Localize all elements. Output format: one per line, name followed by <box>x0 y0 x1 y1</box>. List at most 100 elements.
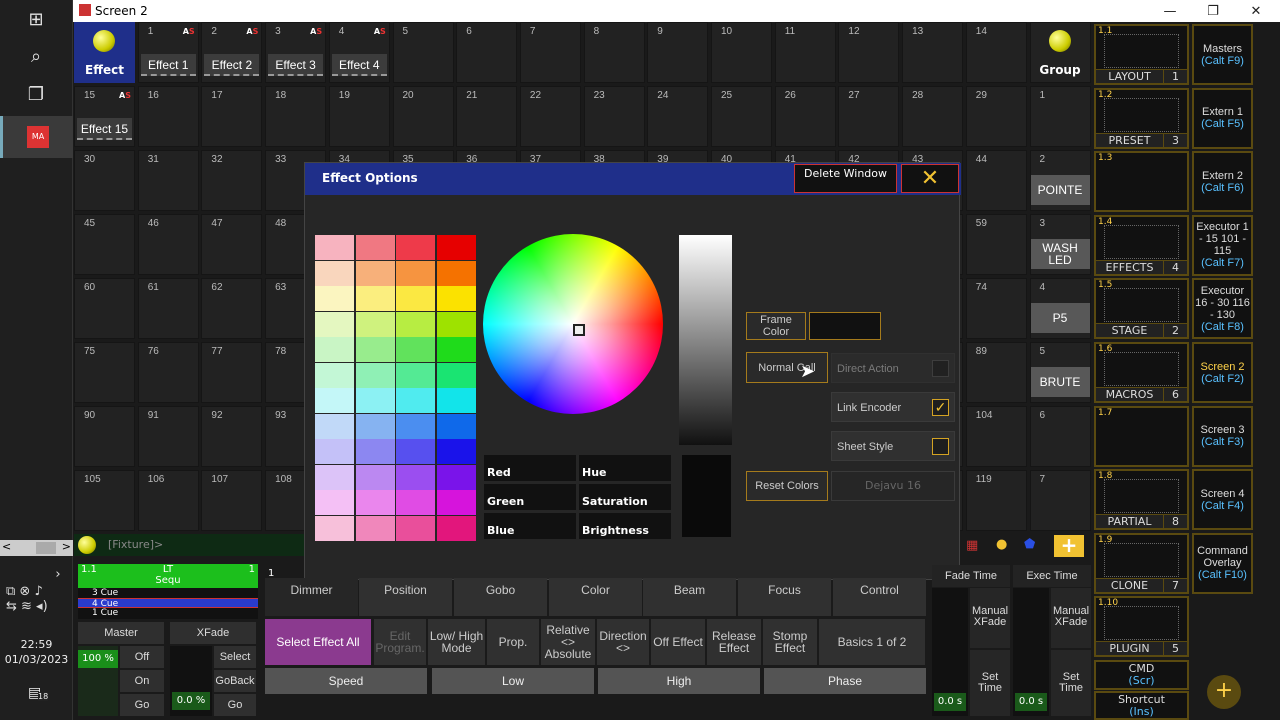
chevron-right-icon[interactable]: › <box>44 560 72 588</box>
color-swatch[interactable] <box>396 311 435 337</box>
color-swatch[interactable] <box>315 311 354 337</box>
color-swatch[interactable] <box>355 260 395 286</box>
view-button[interactable]: 1.3 <box>1094 151 1189 213</box>
restore-button[interactable]: ❐ <box>1191 0 1235 22</box>
windows-start-icon[interactable]: ⊞ <box>22 5 50 33</box>
encoder-low[interactable]: Low <box>432 668 594 694</box>
pool-cell[interactable]: 3 AS Effect 3 <box>265 22 327 83</box>
pool-cell[interactable]: 21 <box>456 86 518 147</box>
pool-cell[interactable]: 32 <box>201 150 263 211</box>
color-swatch[interactable] <box>436 490 476 515</box>
screen-button[interactable]: Command Overlay (Calt F10) <box>1192 532 1253 594</box>
pool-cell[interactable]: 104 <box>965 406 1027 467</box>
effect-option-button[interactable]: Edit Program. <box>374 619 426 665</box>
effect-option-button[interactable]: Basics 1 of 2 <box>819 619 925 665</box>
screen-button[interactable]: Extern 1 (Calt F5) <box>1192 87 1253 149</box>
color-swatch[interactable] <box>396 413 435 439</box>
pool-cell[interactable]: 11 <box>774 22 836 83</box>
view-button[interactable]: 1.7 <box>1094 405 1189 467</box>
effect-option-button[interactable]: Direction <> <box>597 619 649 665</box>
color-swatch[interactable] <box>436 413 476 439</box>
color-swatch[interactable] <box>396 260 435 286</box>
view-button[interactable]: 1.9 CLONE 7 <box>1094 532 1189 594</box>
color-swatch[interactable] <box>436 439 476 464</box>
xfade-fader[interactable]: 0.0 % <box>170 646 212 716</box>
color-swatch[interactable] <box>436 235 476 260</box>
color-swatch[interactable] <box>315 490 354 515</box>
pool-cell[interactable]: 28 <box>902 86 964 147</box>
sheet-style-box[interactable] <box>932 438 949 455</box>
color-swatch[interactable] <box>355 515 395 541</box>
screen-button[interactable]: Screen 3 (Calt F3) <box>1192 405 1253 467</box>
close-window-button[interactable]: ✕ <box>1234 0 1278 22</box>
add-tool-icon[interactable]: + <box>1054 535 1084 557</box>
effect-label[interactable]: Effect 1 <box>140 54 196 76</box>
color-swatch[interactable] <box>355 337 395 362</box>
color-swatch[interactable] <box>355 388 395 413</box>
group-label[interactable]: POINTE <box>1030 175 1090 205</box>
pool-cell[interactable]: 18 <box>265 86 327 147</box>
exec-set-time-button[interactable]: Set Time <box>1051 650 1091 716</box>
color-swatch[interactable] <box>355 362 395 388</box>
encoder-speed[interactable]: Speed <box>265 668 427 694</box>
pool-cell[interactable]: 4 AS Effect 4 <box>328 22 390 83</box>
tab-control[interactable]: Control <box>833 578 926 616</box>
color-swatch[interactable] <box>436 388 476 413</box>
color-swatch[interactable] <box>315 388 354 413</box>
delete-window-button[interactable]: Delete Window <box>794 164 897 193</box>
sequence-executor[interactable]: 1.1 1 LT Sequ 3 Cue 4 Cue 1 Cue <box>78 564 258 619</box>
group-cell[interactable]: 3 WASH LED <box>1029 214 1091 275</box>
command-line[interactable]: [Fixture]> <box>74 534 304 556</box>
pool-cell[interactable]: 23 <box>583 86 645 147</box>
layout-tool-icon[interactable]: ▦ <box>966 538 978 553</box>
screen-button[interactable]: Screen 2 (Calt F2) <box>1192 342 1253 403</box>
group-cell[interactable]: 7 <box>1029 470 1091 531</box>
master-go-button[interactable]: Go <box>120 694 164 716</box>
view-button[interactable]: 1.6 MACROS 6 <box>1094 342 1189 403</box>
color-swatch[interactable] <box>436 362 476 388</box>
effect-label[interactable]: Effect 2 <box>204 54 260 76</box>
grandma-app-icon[interactable]: MA <box>0 116 73 158</box>
effect-label[interactable]: Effect 3 <box>268 54 324 76</box>
color-swatch[interactable] <box>315 515 354 541</box>
screen-button[interactable]: Executor 1 - 15 101 - 115 (Calt F7) <box>1192 214 1253 276</box>
effect-option-button[interactable]: Prop. <box>487 619 539 665</box>
search-icon[interactable]: ⌕ <box>22 42 50 70</box>
color-swatch[interactable] <box>436 337 476 362</box>
pool-cell[interactable]: 77 <box>201 342 263 403</box>
minimize-button[interactable]: — <box>1148 0 1192 22</box>
color-swatch[interactable] <box>436 515 476 541</box>
effect-label[interactable]: Effect 15 <box>77 118 132 140</box>
color-swatch[interactable] <box>436 286 476 311</box>
pool-cell[interactable]: 8 <box>583 22 645 83</box>
color-swatch[interactable] <box>436 311 476 337</box>
color-swatch[interactable] <box>355 490 395 515</box>
effect-pool-header[interactable]: Effect <box>74 22 135 83</box>
effect-label[interactable]: Effect 4 <box>331 54 387 76</box>
pool-cell[interactable]: 90 <box>74 406 135 467</box>
pool-cell[interactable]: 13 <box>902 22 964 83</box>
xfade-go-button[interactable]: Go <box>214 694 256 716</box>
color-swatch[interactable] <box>315 260 354 286</box>
fade-time-fader[interactable]: 0.0 s <box>932 588 968 716</box>
tab-gobo[interactable]: Gobo <box>454 578 547 616</box>
effect-option-button[interactable]: Release Effect <box>707 619 761 665</box>
sheet-style-checkbox[interactable]: Sheet Style <box>831 431 955 461</box>
view-button[interactable]: 1.5 STAGE 2 <box>1094 278 1189 340</box>
color-swatch[interactable] <box>396 515 435 541</box>
pool-cell[interactable]: 75 <box>74 342 135 403</box>
group-cell[interactable]: 5 BRUTE <box>1029 342 1091 403</box>
color-picker-cursor[interactable] <box>573 324 585 336</box>
normal-call-button[interactable]: Normal Call <box>746 352 828 383</box>
color-swatch[interactable] <box>396 362 435 388</box>
pool-cell[interactable]: 9 <box>647 22 709 83</box>
master-on-button[interactable]: On <box>120 670 164 692</box>
bulb-tool-icon[interactable]: ● <box>996 537 1007 552</box>
pool-cell[interactable]: 107 <box>201 470 263 531</box>
pool-cell[interactable]: 91 <box>137 406 199 467</box>
close-icon[interactable]: ✕ <box>901 164 959 193</box>
color-swatch[interactable] <box>315 439 354 464</box>
master-off-button[interactable]: Off <box>120 646 164 668</box>
shortcut-button[interactable]: Shortcut (Ins) <box>1094 691 1189 720</box>
green-field[interactable]: Green <box>484 484 576 510</box>
